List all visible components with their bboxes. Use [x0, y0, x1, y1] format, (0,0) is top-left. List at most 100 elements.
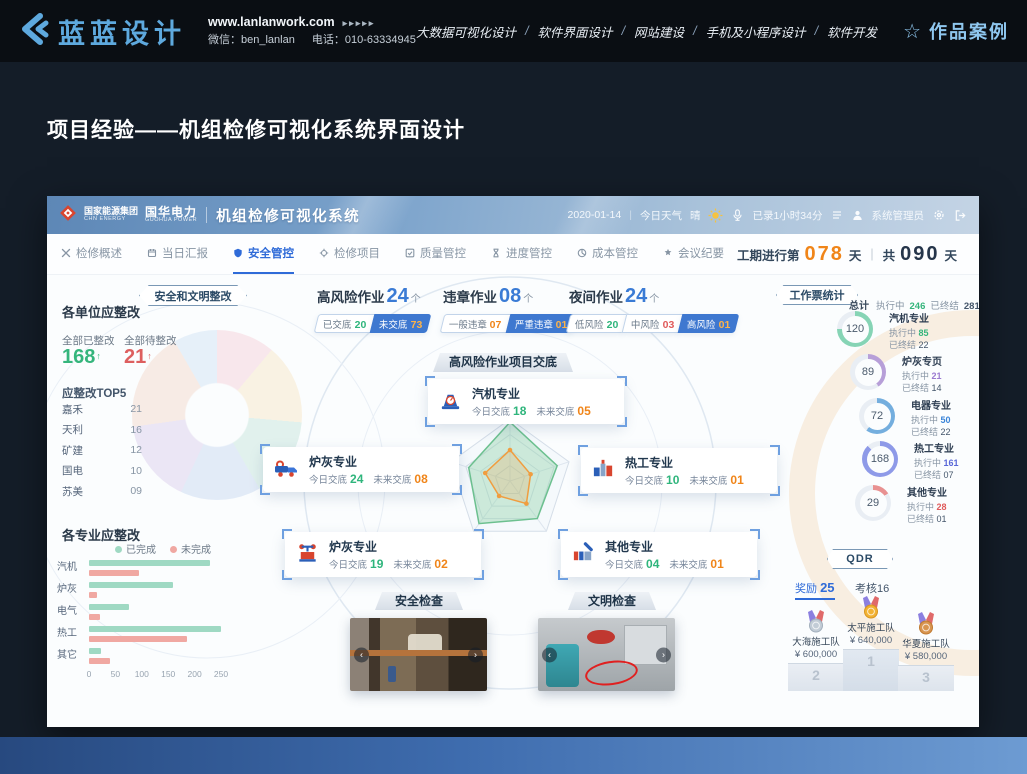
total-label: 总计	[849, 297, 869, 312]
safety-icon	[233, 248, 243, 258]
progress-icon	[491, 248, 501, 258]
bar-legend: 已完成 未完成	[115, 541, 211, 556]
axis-tick: 250	[214, 669, 228, 679]
qdr-tab-reward[interactable]: 奖励 25	[795, 583, 835, 600]
bar-todo	[89, 570, 139, 576]
top5-row: 天利16	[62, 420, 142, 441]
top5-list: 嘉禾21天利16矿建12国电10苏美09	[62, 399, 142, 502]
ticket-section-badge: 工作票统计	[776, 285, 858, 305]
majors-bar-chart: 汽机炉灰电气热工其它	[57, 557, 247, 667]
podium-step: 2	[788, 663, 844, 691]
civility-check-title: 文明检查	[568, 592, 656, 610]
spec-card-gauge[interactable]: 汽机专业今日交底18未来交底05	[428, 379, 624, 424]
meeting-icon	[663, 248, 673, 258]
schedule-unit: 天	[849, 245, 862, 264]
list-icon[interactable]	[831, 209, 843, 221]
stat-group-2: 夜间作业24个低风险20中风险03高风险01	[569, 285, 738, 333]
podium-step: 1	[843, 649, 899, 691]
bar-todo	[89, 636, 187, 642]
dashboard-topbar: 国家能源集团 CHN ENERGY 国华电力 GUOHUA POWER 机组检修…	[47, 196, 979, 234]
nav-item-1[interactable]: 软件界面设计	[538, 22, 613, 41]
user-role[interactable]: 系统管理员	[872, 208, 925, 223]
truck-icon	[273, 455, 300, 485]
spec-card-valve[interactable]: 炉灰专业今日交底19未来交底02	[285, 532, 481, 577]
record-time: 已录1小时34分	[752, 208, 822, 223]
bar-row: 电气	[57, 601, 247, 623]
bar-todo	[89, 614, 100, 620]
footer-bar	[0, 737, 1027, 774]
legend-done-dot	[115, 546, 122, 553]
stat-group-1: 违章作业08个一般违章07严重违章01	[443, 285, 574, 333]
nav-item-4[interactable]: 软件开发	[827, 22, 877, 41]
bar-row: 热工	[57, 623, 247, 645]
qdr-tab-assess[interactable]: 考核16	[855, 583, 889, 598]
valve-icon	[295, 540, 320, 570]
phone-label: 电话：	[312, 34, 345, 46]
nav-item-3[interactable]: 手机及小程序设计	[706, 22, 806, 41]
tab-project[interactable]: 检修项目	[319, 234, 380, 274]
wechat-value: ben_lanlan	[241, 34, 295, 46]
bar-done	[89, 604, 129, 610]
date-value: 2020-01-14	[568, 209, 622, 221]
ticket-item-2: 72电器专业执行中 50已终结 22	[859, 398, 979, 438]
bar-todo	[89, 658, 110, 664]
legend-done-label: 已完成	[126, 545, 156, 556]
photo-worker	[388, 666, 396, 682]
photo-next-button[interactable]: ›	[468, 647, 483, 662]
photo-next-button[interactable]: ›	[656, 647, 671, 662]
podium-step: 3	[898, 665, 954, 691]
top5-row: 矿建12	[62, 440, 142, 461]
ticket-item-3: 168热工专业执行中 161已终结 07	[862, 441, 979, 481]
ticket-ring: 29	[855, 485, 891, 521]
finished-label: 已终结	[930, 298, 959, 312]
spec-card-truck[interactable]: 炉灰专业今日交底24未来交底08	[263, 447, 459, 492]
legend-todo-dot	[170, 546, 177, 553]
safety-check-title: 安全检查	[375, 592, 463, 610]
axis-tick: 150	[161, 669, 175, 679]
tab-bar: 检修概述当日汇报安全管控检修项目质量管控进度管控成本管控会议纪要 工期进行第 0…	[47, 234, 979, 275]
axis-tick: 0	[87, 669, 92, 679]
civility-check-photo: ‹ ›	[538, 618, 675, 691]
silver-medal-icon	[806, 610, 826, 634]
divider	[206, 207, 207, 223]
site-url[interactable]: www.lanlanwork.com	[208, 15, 335, 29]
tab-meeting[interactable]: 会议纪要	[663, 234, 724, 274]
ticket-ring: 168	[862, 441, 898, 477]
tab-cost[interactable]: 成本管控	[577, 234, 638, 274]
axis-tick: 50	[111, 669, 120, 679]
spec-card-factory[interactable]: 其他专业今日交底04未来交底01	[561, 532, 757, 577]
divider: |	[870, 247, 873, 261]
factory-icon	[571, 540, 596, 570]
power-brand: 国家能源集团 CHN ENERGY 国华电力 GUOHUA POWER	[59, 204, 197, 227]
phone-value: 010-63334945	[345, 34, 416, 46]
cases-link[interactable]: ☆ 作品案例	[903, 18, 1009, 44]
bar-done	[89, 626, 221, 632]
tab-progress[interactable]: 进度管控	[491, 234, 552, 274]
safety-check-photo: ‹ ›	[350, 618, 487, 691]
photo-prev-button[interactable]: ‹	[354, 647, 369, 662]
project-icon	[319, 248, 329, 258]
nav-item-0[interactable]: 大数据可视化设计	[416, 22, 516, 41]
tab-quality[interactable]: 质量管控	[405, 234, 466, 274]
nav-item-2[interactable]: 网站建设	[634, 22, 684, 41]
tab-daily-report[interactable]: 当日汇报	[147, 234, 208, 274]
schedule-total-prefix: 共	[883, 245, 896, 264]
tab-safety[interactable]: 安全管控	[233, 234, 294, 274]
legend-todo-label: 未完成	[181, 545, 211, 556]
weather-label: 今日天气	[640, 208, 682, 223]
spec-card-plant[interactable]: 热工专业今日交底10未来交底01	[581, 448, 777, 493]
gear-icon[interactable]	[932, 208, 946, 222]
tab-overview[interactable]: 检修概述	[61, 234, 122, 274]
done-value: 168↑	[62, 346, 101, 369]
axis-tick: 100	[135, 669, 149, 679]
divider: /	[693, 24, 696, 38]
site-logo[interactable]: 蓝蓝设计	[16, 12, 186, 51]
energy-group-name: 国家能源集团 CHN ENERGY	[84, 207, 138, 222]
photo-prev-button[interactable]: ‹	[542, 647, 557, 662]
top5-row: 苏美09	[62, 481, 142, 502]
stat-badge: 低风险20	[566, 314, 628, 333]
axis-tick: 200	[188, 669, 202, 679]
schedule-current-days: 078	[804, 243, 843, 266]
logout-icon[interactable]	[954, 209, 967, 222]
ticket-ring: 120	[837, 311, 873, 347]
